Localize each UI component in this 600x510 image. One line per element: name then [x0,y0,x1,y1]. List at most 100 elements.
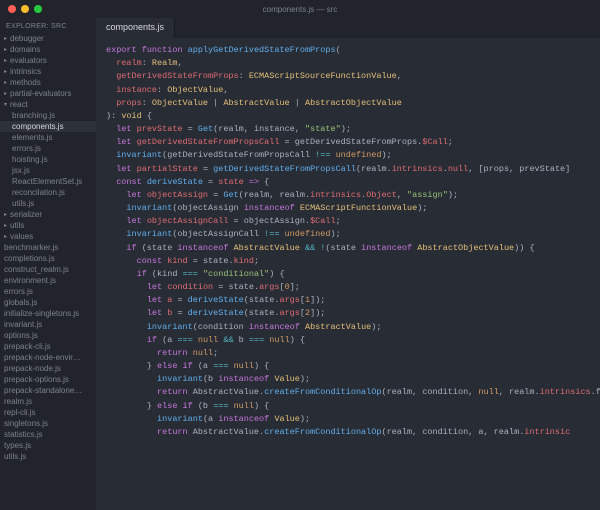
file-utils-js[interactable]: utils.js [0,198,96,209]
code-editor[interactable]: export function applyGetDerivedStateFrom… [96,38,600,510]
code-line: } else if (b === null) { [106,400,600,413]
tree-item-label: react [10,100,28,109]
editor-area: components.js export function applyGetDe… [96,18,600,510]
tree-item-label: construct_realm.js [4,265,69,274]
file-errors-js[interactable]: errors.js [0,286,96,297]
file-statistics-js[interactable]: statistics.js [0,429,96,440]
file-initialize-singletons-js[interactable]: initialize-singletons.js [0,308,96,319]
code-line: let b = deriveState(state.args[2]); [106,307,600,320]
file-utils-js[interactable]: utils.js [0,451,96,462]
code-line: if (a === null && b === null) { [106,334,600,347]
file-hoisting-js[interactable]: hoisting.js [0,154,96,165]
tree-item-label: branching.js [12,111,55,120]
file-prepack-node-envir-[interactable]: prepack-node-envir… [0,352,96,363]
tree-item-label: utils.js [4,452,26,461]
code-line: if (kind === "conditional") { [106,268,600,281]
code-line: invariant(objectAssignCall !== undefined… [106,228,600,241]
folder-domains[interactable]: domains [0,44,96,55]
folder-partial-evaluators[interactable]: partial-evaluators [0,88,96,99]
folder-evaluators[interactable]: evaluators [0,55,96,66]
code-line: let condition = state.args[0]; [106,281,600,294]
tree-item-label: completions.js [4,254,55,263]
tree-item-label: elements.js [12,133,52,142]
code-line: invariant(b instanceof Value); [106,373,600,386]
file-jsx-js[interactable]: jsx.js [0,165,96,176]
tree-item-label: prepack-options.js [4,375,69,384]
file-prepack-cli-js[interactable]: prepack-cli.js [0,341,96,352]
file-globals-js[interactable]: globals.js [0,297,96,308]
tree-item-label: serializer [10,210,42,219]
tree-item-label: components.js [12,122,64,131]
file-reconcilation-js[interactable]: reconcilation.js [0,187,96,198]
file-prepack-node-js[interactable]: prepack-node.js [0,363,96,374]
file-errors-js[interactable]: errors.js [0,143,96,154]
code-line: invariant(condition instanceof AbstractV… [106,321,600,334]
tree-item-label: reconcilation.js [12,188,65,197]
file-environment-js[interactable]: environment.js [0,275,96,286]
tree-item-label: partial-evaluators [10,89,71,98]
code-line: let prevState = Get(realm, instance, "st… [106,123,600,136]
folder-methods[interactable]: methods [0,77,96,88]
tab-components[interactable]: components.js [96,18,175,38]
file-ReactElementSet-js[interactable]: ReactElementSet.js [0,176,96,187]
folder-serializer[interactable]: serializer [0,209,96,220]
folder-utils[interactable]: utils [0,220,96,231]
code-line: return null; [106,347,600,360]
file-construct_realm-js[interactable]: construct_realm.js [0,264,96,275]
tree-item-label: utils.js [12,199,34,208]
file-invariant-js[interactable]: invariant.js [0,319,96,330]
tree-item-label: jsx.js [12,166,30,175]
code-line: } else if (a === null) { [106,360,600,373]
traffic-lights [8,5,42,13]
tree-item-label: prepack-node.js [4,364,61,373]
code-line: realm: Realm, [106,57,600,70]
file-prepack-options-js[interactable]: prepack-options.js [0,374,96,385]
code-line: invariant(getDerivedStateFromPropsCall !… [106,149,600,162]
tree-item-label: globals.js [4,298,37,307]
minimize-window-button[interactable] [21,5,29,13]
tree-item-label: evaluators [10,56,47,65]
tree-item-label: domains [10,45,40,54]
folder-intrinsics[interactable]: intrinsics [0,66,96,77]
tree-item-label: prepack-node-envir… [4,353,81,362]
tree-item-label: hoisting.js [12,155,48,164]
file-options-js[interactable]: options.js [0,330,96,341]
file-components-js[interactable]: components.js [0,121,96,132]
maximize-window-button[interactable] [34,5,42,13]
file-realm-js[interactable]: realm.js [0,396,96,407]
code-line: invariant(a instanceof Value); [106,413,600,426]
explorer-sidebar[interactable]: EXPLORER: SRC debuggerdomainsevaluatorsi… [0,18,96,510]
folder-debugger[interactable]: debugger [0,33,96,44]
file-tree: debugger domains evaluatorsintrinsicsmetho… [0,33,96,462]
tab-label: components.js [106,22,164,32]
tree-item-label: debugger [10,34,44,43]
file-benchmarker-js[interactable]: benchmarker.js [0,242,96,253]
file-elements-js[interactable]: elements.js [0,132,96,143]
code-line: ): void { [106,110,600,123]
folder-values[interactable]: values [0,231,96,242]
code-line: export function applyGetDerivedStateFrom… [106,44,600,57]
tree-item-label: errors.js [4,287,33,296]
file-repl-cli-js[interactable]: repl-cli.js [0,407,96,418]
tree-item-label: prepack-standalone… [4,386,82,395]
file-completions-js[interactable]: completions.js [0,253,96,264]
tree-item-label: values [10,232,33,241]
code-line: let a = deriveState(state.args[1]); [106,294,600,307]
file-singletons-js[interactable]: singletons.js [0,418,96,429]
code-line: const deriveState = state => { [106,176,600,189]
tree-item-label: statistics.js [4,430,43,439]
close-window-button[interactable] [8,5,16,13]
main: EXPLORER: SRC debuggerdomainsevaluatorsi… [0,18,600,510]
code-line: let objectAssign = Get(realm, realm.intr… [106,189,600,202]
tree-item-label: prepack-cli.js [4,342,51,351]
explorer-label: EXPLORER: SRC [0,20,96,33]
file-branching-js[interactable]: branching.js [0,110,96,121]
file-types-js[interactable]: types.js [0,440,96,451]
file-prepack-standalone-[interactable]: prepack-standalone… [0,385,96,396]
tree-item-label: types.js [4,441,31,450]
code-line: let partialState = getDerivedStateFromPr… [106,163,600,176]
titlebar: components.js — src [0,0,600,18]
code-line: const kind = state.kind; [106,255,600,268]
folder-react[interactable]: react [0,99,96,110]
window-title: components.js — src [263,5,338,14]
